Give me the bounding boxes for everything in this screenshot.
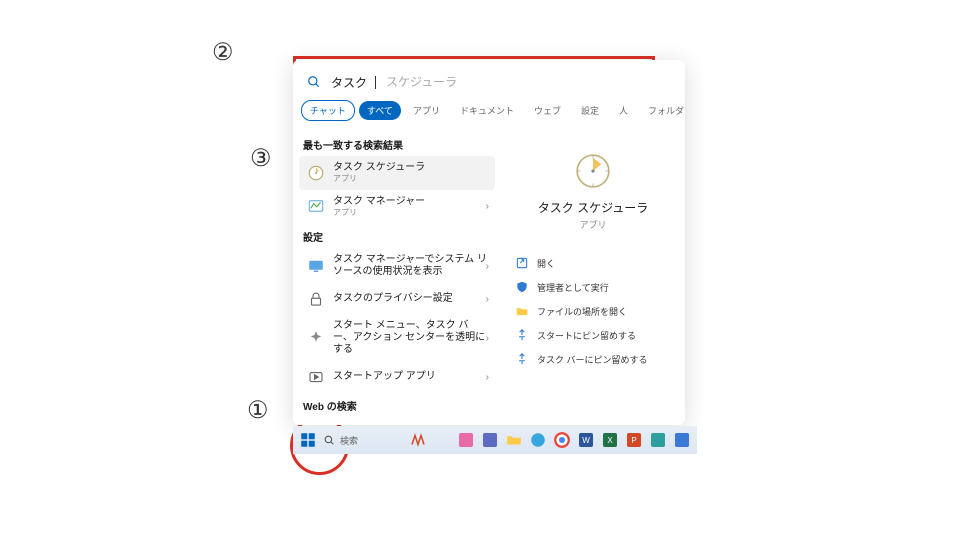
tab-settings[interactable]: 設定 — [573, 101, 607, 120]
pin-icon — [515, 352, 529, 366]
startup-icon — [307, 368, 325, 386]
search-typed-text: タスク — [331, 74, 367, 91]
preview-clock-icon — [573, 151, 613, 191]
result-title: タスク スケジューラ — [333, 162, 425, 174]
folder-icon — [515, 304, 529, 318]
chevron-right-icon: › — [486, 294, 489, 305]
chevron-right-icon: › — [486, 261, 489, 272]
annotation-2: ② — [212, 38, 234, 67]
chevron-right-icon: › — [486, 333, 489, 344]
search-bar: タスク — [293, 60, 685, 100]
result-task-scheduler[interactable]: タスク スケジューラ アプリ — [299, 156, 495, 190]
start-button[interactable] — [299, 431, 317, 449]
action-label: ファイルの場所を開く — [537, 305, 627, 318]
action-open[interactable]: 開く — [511, 251, 675, 275]
setting-label: スタート メニュー、タスク バー、アクション センターを透明にする — [333, 320, 487, 356]
action-open-location[interactable]: ファイルの場所を開く — [511, 299, 675, 323]
chevron-right-icon: › — [486, 372, 489, 383]
tab-apps[interactable]: アプリ — [405, 101, 448, 120]
task-manager-icon — [307, 197, 325, 215]
sparkle-icon — [307, 329, 325, 347]
setting-resource-usage[interactable]: タスク マネージャーでシステム リソースの使用状況を表示 › — [299, 248, 495, 284]
web-result-task[interactable]: タスク - Web 結果を見る › — [299, 417, 495, 422]
taskbar-app-1[interactable] — [409, 431, 427, 449]
pin-icon — [515, 328, 529, 342]
clock-icon — [307, 164, 325, 182]
result-sub: アプリ — [333, 208, 425, 218]
taskbar-excel[interactable]: X — [601, 431, 619, 449]
preview-sub: アプリ — [579, 218, 606, 231]
annotation-3: ③ — [250, 144, 272, 173]
taskbar-app-teal[interactable] — [649, 431, 667, 449]
open-icon — [515, 256, 529, 270]
taskbar-app-blue[interactable] — [673, 431, 691, 449]
taskbar-search-label: 検索 — [340, 434, 358, 447]
taskbar-explorer[interactable] — [505, 431, 523, 449]
results-left: 最も一致する検索結果 タスク スケジューラ アプリ タスク マネージャー アプリ — [293, 127, 501, 422]
taskbar-search[interactable]: 検索 — [323, 434, 358, 447]
search-panel: タスク チャット すべて アプリ ドキュメント ウェブ 設定 人 フォルダー …… — [293, 60, 685, 425]
result-task-manager[interactable]: タスク マネージャー アプリ › — [299, 190, 495, 224]
section-best-match: 最も一致する検索結果 — [303, 137, 491, 152]
section-web: Web の検索 — [303, 398, 491, 413]
action-pin-taskbar[interactable]: タスク バーにピン留めする — [511, 347, 675, 371]
setting-startup-apps[interactable]: スタートアップ アプリ › — [299, 362, 495, 392]
monitor-icon — [307, 257, 325, 275]
lock-icon — [307, 290, 325, 308]
taskbar-powerpoint[interactable]: P — [625, 431, 643, 449]
search-input[interactable] — [384, 74, 673, 90]
text-cursor — [375, 76, 376, 89]
action-run-admin[interactable]: 管理者として実行 — [511, 275, 675, 299]
tab-chat[interactable]: チャット — [301, 100, 355, 121]
taskbar: 検索 W X P — [293, 426, 697, 454]
tab-docs[interactable]: ドキュメント — [452, 101, 522, 120]
search-icon — [305, 73, 323, 91]
tab-web[interactable]: ウェブ — [526, 101, 569, 120]
tab-people[interactable]: 人 — [611, 101, 636, 120]
action-pin-start[interactable]: スタートにピン留めする — [511, 323, 675, 347]
result-title: タスク マネージャー — [333, 196, 425, 208]
preview-title: タスク スケジューラ — [538, 199, 649, 216]
shield-icon — [515, 280, 529, 294]
action-label: 管理者として実行 — [537, 281, 609, 294]
chevron-right-icon: › — [486, 201, 489, 212]
setting-label: スタートアップ アプリ — [333, 371, 436, 383]
tab-all[interactable]: すべて — [359, 101, 401, 120]
setting-label: タスクのプライバシー設定 — [333, 293, 453, 305]
action-label: 開く — [537, 257, 555, 270]
tab-folders[interactable]: フォルダー — [640, 101, 685, 120]
taskbar-app-4[interactable] — [481, 431, 499, 449]
taskbar-edge[interactable] — [529, 431, 547, 449]
taskbar-word[interactable]: W — [577, 431, 595, 449]
taskbar-chrome[interactable] — [553, 431, 571, 449]
taskbar-app-2[interactable] — [433, 431, 451, 449]
preview-actions: 開く 管理者として実行 ファイルの場所を開く スタートにピン留めする タスク バ… — [511, 251, 675, 371]
search-tabs: チャット すべて アプリ ドキュメント ウェブ 設定 人 フォルダー … b — [293, 100, 685, 127]
result-sub: アプリ — [333, 174, 425, 184]
annotation-1: ① — [247, 396, 269, 425]
setting-task-privacy[interactable]: タスクのプライバシー設定 › — [299, 284, 495, 314]
setting-transparency[interactable]: スタート メニュー、タスク バー、アクション センターを透明にする › — [299, 314, 495, 362]
section-settings: 設定 — [303, 229, 491, 244]
setting-label: タスク マネージャーでシステム リソースの使用状況を表示 — [333, 254, 487, 278]
action-label: タスク バーにピン留めする — [537, 353, 648, 366]
preview-pane: タスク スケジューラ アプリ 開く 管理者として実行 ファイルの場所を開く — [501, 127, 685, 422]
taskbar-app-3[interactable] — [457, 431, 475, 449]
action-label: スタートにピン留めする — [537, 329, 636, 342]
